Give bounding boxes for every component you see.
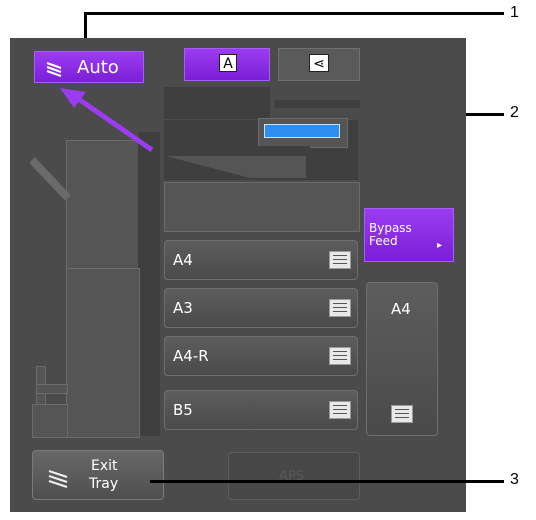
exit-tray-line1: Exit (91, 458, 118, 474)
route-arrow-icon (56, 86, 160, 158)
callout-3-line-h (150, 480, 504, 483)
finisher-lower (66, 268, 140, 438)
tray-3-button[interactable]: A4-R (164, 336, 358, 376)
machine-middle-panel (164, 182, 360, 232)
tray-1-button[interactable]: A4 (164, 240, 358, 280)
bypass-feed-button[interactable]: Bypass Feed ▸ (364, 208, 454, 262)
tray-3-label: A4-R (173, 347, 209, 365)
finisher-tray-slant (29, 150, 71, 210)
finisher-column (138, 132, 160, 436)
callout-1-line-h (84, 12, 504, 15)
bypass-line2: Feed (369, 234, 398, 248)
callout-2-number: 2 (510, 104, 519, 121)
aps-button[interactable]: APS (228, 452, 360, 500)
landscape-glyph: ⋖ (309, 54, 329, 72)
orientation-landscape-button[interactable]: ⋖ (278, 48, 360, 81)
paper-stack-icon (329, 299, 351, 317)
portrait-glyph: A (219, 54, 237, 72)
callout-1-number: 1 (510, 4, 519, 21)
machine-scanner (164, 87, 270, 119)
machine-display (264, 124, 340, 138)
paper-stack-icon (329, 251, 351, 269)
tray-2-label: A3 (173, 299, 193, 317)
exit-tray-button[interactable]: Exit Tray (32, 450, 164, 500)
paper-stack-icon (329, 401, 351, 419)
machine-scanner-right (274, 100, 360, 108)
paper-stack-icon (391, 405, 413, 423)
auto-paper-icon (45, 60, 67, 78)
finisher-stacker-base (36, 384, 68, 394)
tray-4-button[interactable]: B5 (164, 390, 358, 430)
bypass-paper-label: A4 (391, 300, 411, 318)
tray-2-button[interactable]: A3 (164, 288, 358, 328)
tray-1-label: A4 (173, 251, 193, 269)
auto-label: Auto (77, 57, 119, 78)
tray-4-label: B5 (173, 401, 193, 419)
finisher-bottom-block (32, 404, 68, 438)
bypass-paper-panel[interactable]: A4 (366, 282, 438, 436)
exit-tray-line2: Tray (89, 476, 119, 492)
auto-paper-button[interactable]: Auto (34, 51, 144, 83)
callout-3-number: 3 (510, 471, 519, 488)
exit-tray-icon (47, 465, 71, 489)
paper-stack-icon (329, 347, 351, 365)
arrow-right-icon: ▸ (437, 240, 443, 251)
orientation-portrait-button[interactable]: A (184, 48, 270, 81)
